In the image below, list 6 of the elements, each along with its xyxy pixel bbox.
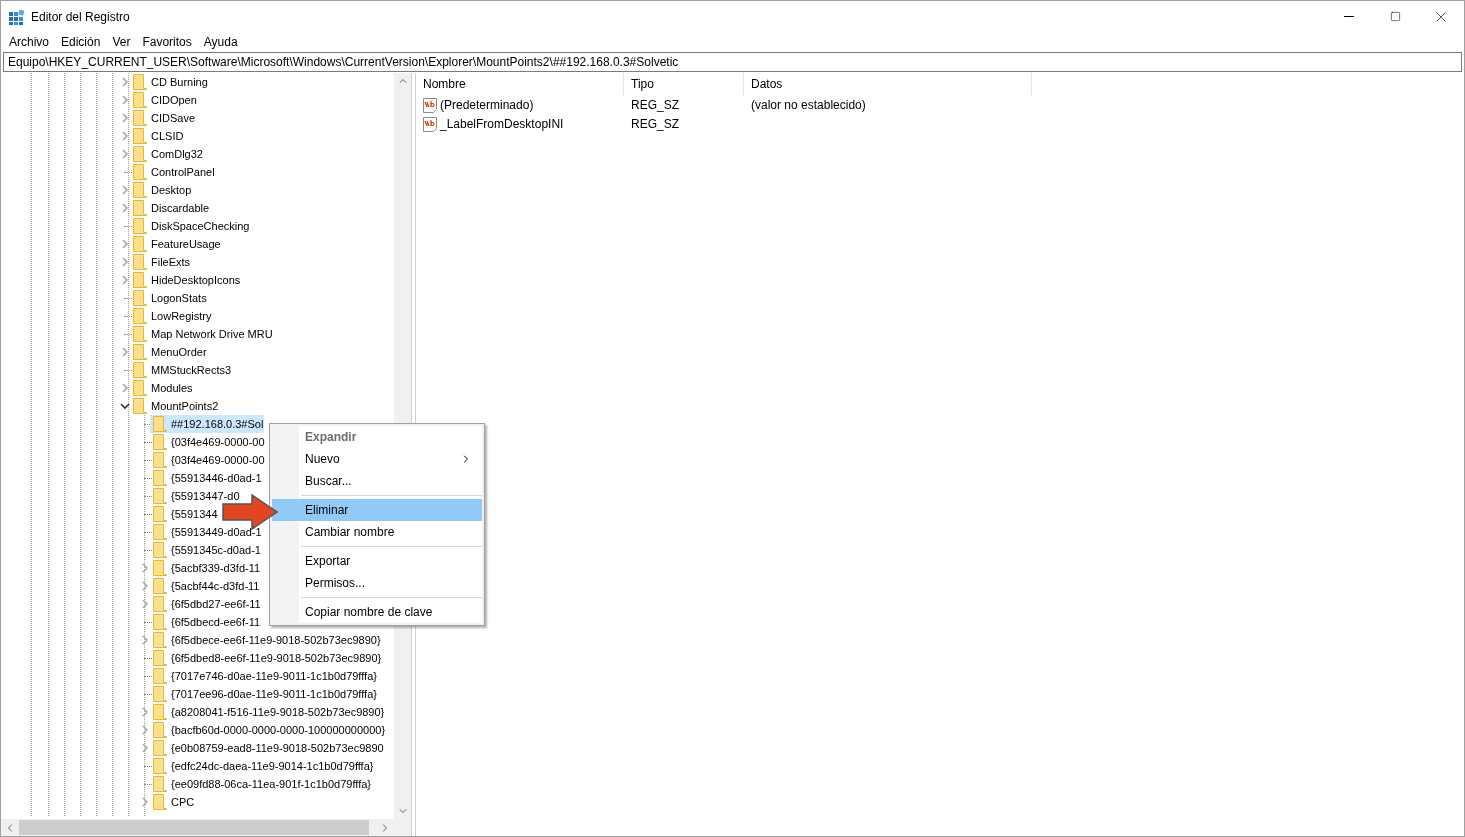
value-type: REG_SZ — [630, 96, 680, 114]
value-type: REG_SZ — [630, 115, 680, 133]
value-name: _LabelFromDesktopINI — [440, 115, 564, 133]
value-name: (Predeterminado) — [440, 96, 534, 114]
value-data: (valor no establecido) — [750, 96, 866, 114]
window-title: Editor del Registro — [31, 8, 130, 26]
